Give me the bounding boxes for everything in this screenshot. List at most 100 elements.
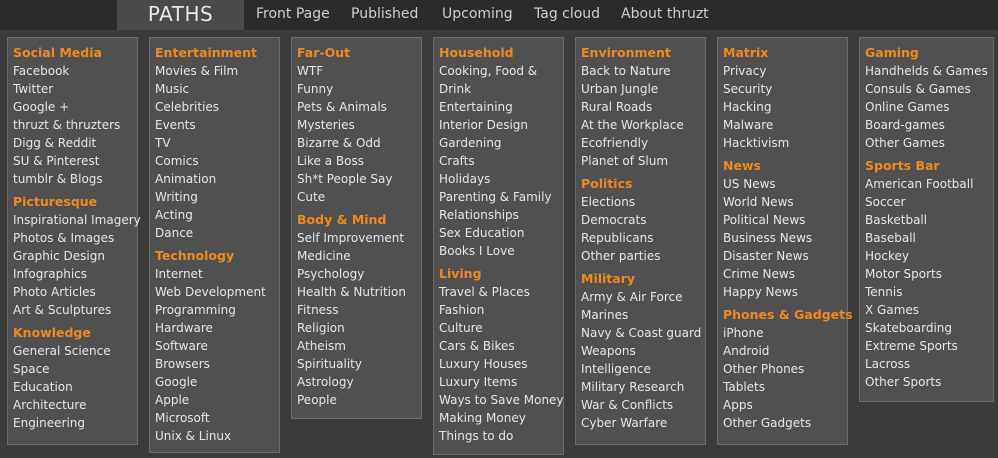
category-link[interactable]: Atheism [297, 337, 421, 355]
category-link[interactable]: Events [155, 116, 279, 134]
category-link[interactable]: Disaster News [723, 247, 847, 265]
category-link[interactable]: Entertaining [439, 98, 563, 116]
category-link[interactable]: Digg & Reddit [13, 134, 137, 152]
category-link[interactable]: iPhone [723, 324, 847, 342]
category-link[interactable]: Other Sports [865, 373, 993, 391]
category-link[interactable]: Religion [297, 319, 421, 337]
category-link[interactable]: Culture [439, 319, 563, 337]
category-link[interactable]: Software [155, 337, 279, 355]
category-link[interactable]: Engineering [13, 414, 137, 432]
category-link[interactable]: Google + [13, 98, 137, 116]
category-heading[interactable]: News [723, 156, 847, 175]
category-link[interactable]: Books I Love [439, 242, 563, 260]
category-heading[interactable]: Entertainment [155, 43, 279, 62]
category-link[interactable]: Self Improvement [297, 229, 421, 247]
category-link[interactable]: Pets & Animals [297, 98, 421, 116]
category-link[interactable]: Interior Design [439, 116, 563, 134]
category-link[interactable]: thruzt & thruzters [13, 116, 137, 134]
category-heading[interactable]: Body & Mind [297, 210, 421, 229]
category-link[interactable]: Other Phones [723, 360, 847, 378]
category-link[interactable]: Twitter [13, 80, 137, 98]
category-heading[interactable]: Social Media [13, 43, 137, 62]
category-link[interactable]: Making Money [439, 409, 563, 427]
category-link[interactable]: SU & Pinterest [13, 152, 137, 170]
category-link[interactable]: Browsers [155, 355, 279, 373]
category-link[interactable]: Unix & Linux [155, 427, 279, 445]
category-link[interactable]: Motor Sports [865, 265, 993, 283]
category-link[interactable]: Political News [723, 211, 847, 229]
category-link[interactable]: People [297, 391, 421, 409]
category-link[interactable]: tumblr & Blogs [13, 170, 137, 188]
category-link[interactable]: Tennis [865, 283, 993, 301]
category-link[interactable]: US News [723, 175, 847, 193]
category-link[interactable]: Cooking, Food & [439, 62, 563, 80]
category-link[interactable]: Celebrities [155, 98, 279, 116]
category-link[interactable]: Comics [155, 152, 279, 170]
category-link[interactable]: Military Research [581, 378, 705, 396]
category-heading[interactable]: Living [439, 264, 563, 283]
category-link[interactable]: Acting [155, 206, 279, 224]
category-link[interactable]: Health & Nutrition [297, 283, 421, 301]
nav-about-thruzt[interactable]: About thruzt [621, 0, 709, 30]
category-link[interactable]: Dance [155, 224, 279, 242]
category-link[interactable]: Microsoft [155, 409, 279, 427]
category-link[interactable]: Parenting & Family [439, 188, 563, 206]
category-link[interactable]: Skateboarding [865, 319, 993, 337]
category-link[interactable]: Security [723, 80, 847, 98]
category-link[interactable]: Fashion [439, 301, 563, 319]
category-link[interactable]: Education [13, 378, 137, 396]
category-link[interactable]: X Games [865, 301, 993, 319]
category-link[interactable]: Cyber Warfare [581, 414, 705, 432]
category-link[interactable]: Republicans [581, 229, 705, 247]
category-heading[interactable]: Military [581, 269, 705, 288]
nav-published[interactable]: Published [351, 0, 418, 30]
category-heading[interactable]: Gaming [865, 43, 993, 62]
category-link[interactable]: Back to Nature [581, 62, 705, 80]
category-link[interactable]: Photo Articles [13, 283, 137, 301]
category-heading[interactable]: Household [439, 43, 563, 62]
category-link[interactable]: Soccer [865, 193, 993, 211]
category-link[interactable]: Handhelds & Games [865, 62, 993, 80]
category-link[interactable]: Other Gadgets [723, 414, 847, 432]
category-link[interactable]: Space [13, 360, 137, 378]
category-link[interactable]: Drink [439, 80, 563, 98]
category-link[interactable]: Bizarre & Odd [297, 134, 421, 152]
category-link[interactable]: Things to do [439, 427, 563, 445]
category-link[interactable]: Other Games [865, 134, 993, 152]
category-link[interactable]: At the Workplace [581, 116, 705, 134]
category-link[interactable]: Basketball [865, 211, 993, 229]
nav-upcoming[interactable]: Upcoming [442, 0, 513, 30]
category-link[interactable]: Baseball [865, 229, 993, 247]
category-link[interactable]: Astrology [297, 373, 421, 391]
category-heading[interactable]: Phones & Gadgets [723, 305, 853, 324]
category-link[interactable]: Board-games [865, 116, 993, 134]
category-link[interactable]: Google [155, 373, 279, 391]
category-link[interactable]: Luxury Items [439, 373, 563, 391]
category-link[interactable]: Hacktivism [723, 134, 847, 152]
category-heading[interactable]: Picturesque [13, 192, 137, 211]
category-link[interactable]: Fitness [297, 301, 421, 319]
category-link[interactable]: Army & Air Force [581, 288, 705, 306]
category-link[interactable]: Sex Education [439, 224, 563, 242]
category-link[interactable]: TV [155, 134, 279, 152]
category-link[interactable]: WTF [297, 62, 421, 80]
category-heading[interactable]: Politics [581, 174, 705, 193]
category-link[interactable]: Gardening [439, 134, 563, 152]
site-logo[interactable]: PATHS [117, 0, 244, 30]
category-link[interactable]: Elections [581, 193, 705, 211]
category-link[interactable]: Mysteries [297, 116, 421, 134]
category-heading[interactable]: Technology [155, 246, 279, 265]
category-link[interactable]: Extreme Sports [865, 337, 993, 355]
category-heading[interactable]: Far-Out [297, 43, 421, 62]
category-link[interactable]: Navy & Coast guard [581, 324, 705, 342]
category-link[interactable]: Medicine [297, 247, 421, 265]
category-link[interactable]: Art & Sculptures [13, 301, 137, 319]
category-link[interactable]: Ways to Save Money [439, 391, 564, 409]
category-link[interactable]: Weapons [581, 342, 705, 360]
category-link[interactable]: Photos & Images [13, 229, 137, 247]
category-link[interactable]: Movies & Film [155, 62, 279, 80]
category-link[interactable]: Psychology [297, 265, 421, 283]
category-link[interactable]: Democrats [581, 211, 705, 229]
category-link[interactable]: Graphic Design [13, 247, 137, 265]
category-link[interactable]: Inspirational Imagery [13, 211, 141, 229]
